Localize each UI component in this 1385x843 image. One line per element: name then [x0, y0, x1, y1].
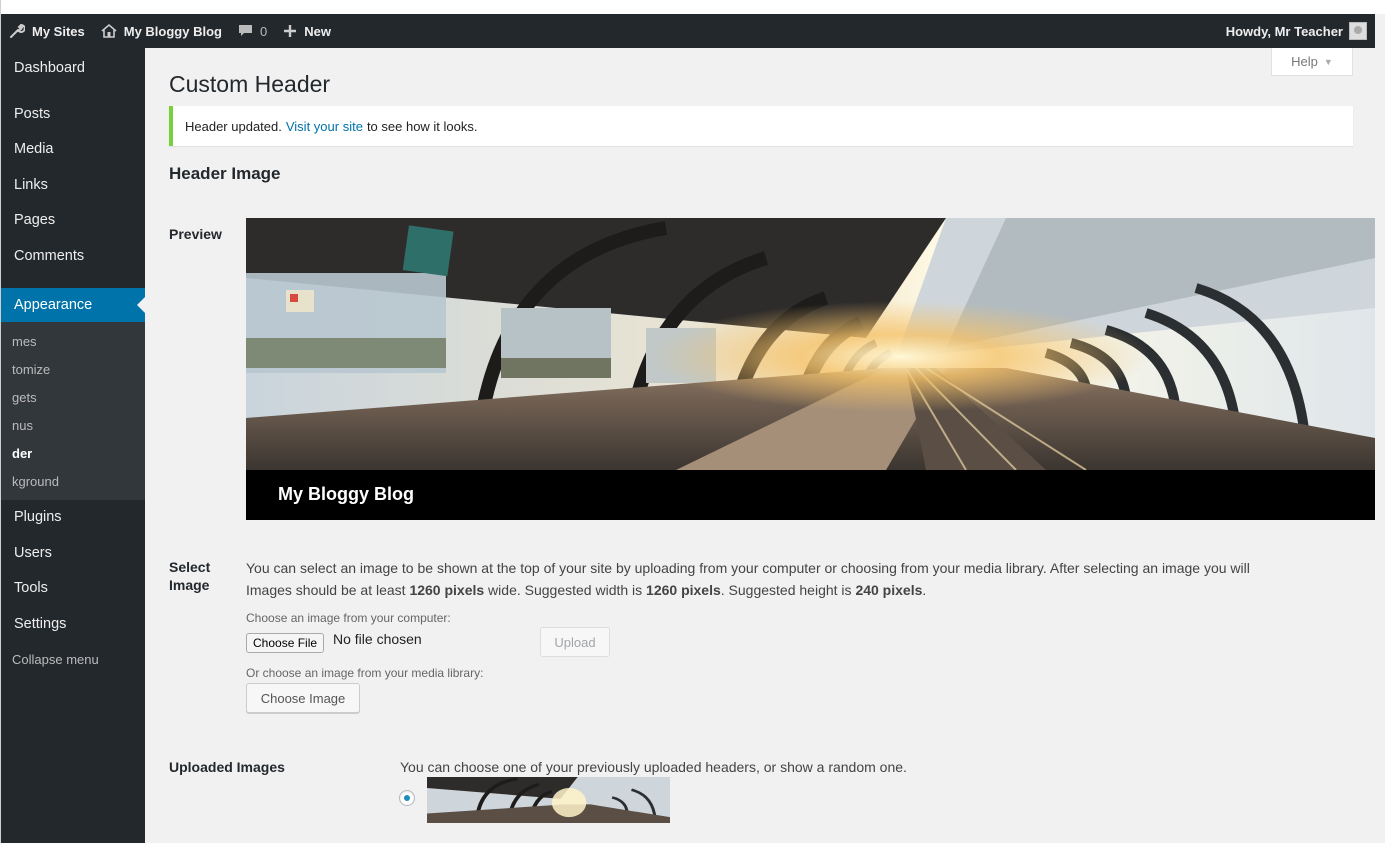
uploaded-images-label: Uploaded Images: [169, 759, 285, 775]
admin-bar: My Sites My Bloggy Blog 0 New Howdy, Mr …: [1, 14, 1375, 48]
comment-bubble-icon: [238, 25, 252, 36]
select-image-label-line2: Image: [169, 577, 210, 593]
sidebar-item-media[interactable]: Media: [1, 132, 145, 168]
sidebar-item-tools[interactable]: Tools: [1, 571, 145, 607]
uploaded-images-description: You can choose one of your previously up…: [400, 759, 907, 775]
hint-text-1: Images should be at least: [246, 582, 410, 598]
appearance-submenu: mes tomize gets nus der kground: [1, 321, 145, 500]
sidebar-item-posts[interactable]: Posts: [1, 96, 145, 132]
image-size-hint: Images should be at least 1260 pixels wi…: [246, 582, 926, 598]
sidebar-item-label: Plugins: [14, 509, 62, 526]
sidebar-item-comments[interactable]: Comments: [1, 238, 145, 274]
submenu-item-themes[interactable]: mes: [1, 328, 145, 356]
wrench-icon: [10, 23, 25, 38]
notice-text-before: Header updated.: [185, 118, 282, 134]
main-content: Help ▼ Custom Header Header updated. Vis…: [145, 48, 1375, 843]
new-label: New: [304, 23, 331, 39]
hint-text-4: .: [922, 582, 927, 598]
admin-sidebar: Dashboard Posts Media Links Pages Commen…: [1, 48, 145, 843]
my-sites-menu[interactable]: My Sites: [1, 14, 93, 48]
hint-text-2: wide. Suggested width is: [484, 582, 647, 598]
site-name-menu[interactable]: My Bloggy Blog: [93, 14, 230, 48]
submenu-item-header[interactable]: der: [1, 440, 145, 468]
window-top-edge: [1, 0, 1385, 14]
my-sites-label: My Sites: [32, 23, 85, 39]
sidebar-item-label: Settings: [14, 615, 67, 632]
help-label: Help: [1291, 54, 1318, 69]
plus-icon: [284, 25, 297, 37]
submenu-item-menus[interactable]: nus: [1, 412, 145, 440]
avatar: [1349, 22, 1367, 40]
uploaded-header-radio[interactable]: [399, 790, 415, 806]
select-image-description: You can select an image to be shown at t…: [246, 560, 1250, 576]
choose-file-button[interactable]: Choose File: [246, 633, 325, 653]
new-content-menu[interactable]: New: [275, 14, 339, 48]
uploaded-header-thumbnail[interactable]: [427, 777, 670, 823]
site-name-label: My Bloggy Blog: [123, 23, 222, 39]
select-image-label-line1: Select: [169, 559, 211, 575]
sidebar-item-label: Dashboard: [14, 60, 85, 76]
collapse-menu-button[interactable]: Collapse menu: [1, 642, 145, 678]
header-image: [246, 218, 1375, 470]
sidebar-item-label: Users: [14, 544, 52, 561]
caret-down-icon: ▼: [1323, 56, 1333, 67]
submenu-item-customize[interactable]: tomize: [1, 356, 145, 384]
update-notice: Header updated. Visit your site to see h…: [169, 106, 1353, 146]
page-title: Custom Header: [169, 71, 331, 97]
hint-suggested-width: 1260 pixels: [646, 582, 721, 598]
header-preview: My Bloggy Blog: [246, 218, 1375, 520]
upload-button[interactable]: Upload: [540, 627, 610, 657]
sidebar-item-label: Tools: [14, 580, 48, 597]
sidebar-item-label: Pages: [14, 212, 56, 229]
sidebar-item-dashboard[interactable]: Dashboard: [1, 60, 145, 96]
hint-suggested-height: 240 pixels: [855, 582, 923, 598]
preview-label: Preview: [169, 226, 222, 242]
hint-min-width: 1260 pixels: [409, 582, 485, 598]
section-title: Header Image: [169, 164, 281, 183]
sidebar-item-label: Comments: [14, 247, 85, 264]
blog-title-bar: My Bloggy Blog: [246, 470, 1375, 520]
sidebar-item-links[interactable]: Links: [1, 167, 145, 203]
submenu-item-background[interactable]: kground: [1, 468, 145, 496]
sidebar-item-pages[interactable]: Pages: [1, 203, 145, 239]
sidebar-item-label: Posts: [14, 105, 51, 122]
browser-frame: My Sites My Bloggy Blog 0 New Howdy, Mr …: [0, 0, 1385, 843]
sidebar-item-appearance[interactable]: Appearance: [1, 287, 145, 322]
visit-site-link[interactable]: Visit your site: [286, 119, 363, 134]
choose-image-button[interactable]: Choose Image: [246, 683, 360, 713]
sidebar-item-label: Media: [14, 141, 54, 158]
howdy-greeting: Howdy, Mr Teacher: [1225, 23, 1343, 39]
notice-text-after: to see how it looks.: [366, 118, 478, 134]
choose-from-library-label: Or choose an image from your media libra…: [246, 666, 484, 680]
comments-count: 0: [259, 23, 268, 39]
comments-menu[interactable]: 0: [230, 14, 275, 48]
select-image-label: Select Image: [169, 558, 210, 594]
account-menu[interactable]: Howdy, Mr Teacher: [1226, 22, 1375, 40]
submenu-item-widgets[interactable]: gets: [1, 384, 145, 412]
hint-text-3: . Suggested height is: [720, 582, 856, 598]
no-file-chosen-text: No file chosen: [333, 631, 422, 647]
sidebar-item-label: Appearance: [14, 296, 93, 313]
blog-title: My Bloggy Blog: [278, 484, 414, 504]
sidebar-item-plugins[interactable]: Plugins: [1, 500, 145, 536]
sidebar-item-settings[interactable]: Settings: [1, 606, 145, 642]
help-tab-button[interactable]: Help ▼: [1271, 48, 1353, 76]
home-icon: [101, 23, 117, 38]
sidebar-item-label: Links: [14, 176, 48, 193]
sidebar-item-users[interactable]: Users: [1, 535, 145, 571]
choose-from-computer-label: Choose an image from your computer:: [246, 611, 451, 625]
